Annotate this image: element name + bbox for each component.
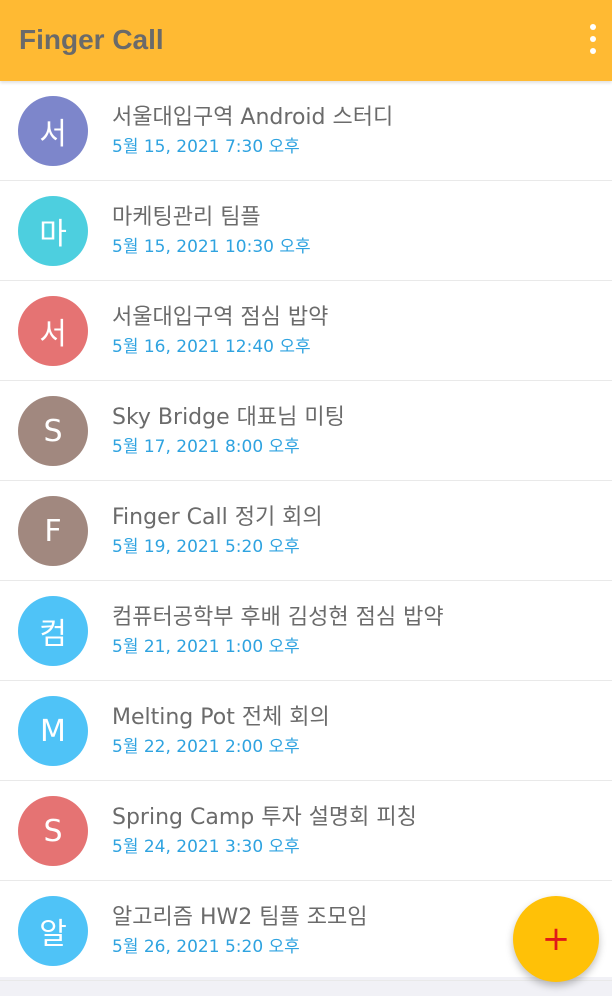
meeting-avatar: F [18, 496, 88, 566]
meeting-title: Melting Pot 전체 회의 [112, 705, 330, 730]
meeting-datetime: 5월 15, 2021 7:30 오후 [112, 137, 300, 157]
more-vert-icon[interactable] [586, 24, 600, 54]
meeting-list-item[interactable]: M Melting Pot 전체 회의 5월 22, 2021 2:00 오후 [0, 681, 612, 781]
add-meeting-button[interactable]: + [513, 896, 599, 982]
meeting-title: Spring Camp 투자 설명회 피칭 [112, 805, 417, 830]
app-bar: Finger Call [0, 0, 612, 81]
meeting-datetime: 5월 15, 2021 10:30 오후 [112, 237, 311, 257]
meeting-title: 컴퓨터공학부 후배 김성현 점심 밥약 [112, 605, 444, 630]
meeting-avatar: 마 [18, 196, 88, 266]
meeting-list-item[interactable]: F Finger Call 정기 회의 5월 19, 2021 5:20 오후 [0, 481, 612, 581]
meeting-list-item[interactable]: 서 서울대입구역 Android 스터디 5월 15, 2021 7:30 오후 [0, 81, 612, 181]
meeting-title: 알고리즘 HW2 팀플 조모임 [112, 905, 368, 930]
meeting-list-item[interactable]: 마 마케팅관리 팀플 5월 15, 2021 10:30 오후 [0, 181, 612, 281]
meeting-datetime: 5월 24, 2021 3:30 오후 [112, 837, 300, 857]
meeting-title: Sky Bridge 대표님 미팅 [112, 405, 345, 430]
meeting-datetime: 5월 17, 2021 8:00 오후 [112, 437, 300, 457]
meeting-list: 서 서울대입구역 Android 스터디 5월 15, 2021 7:30 오후마 마… [0, 81, 612, 981]
meeting-datetime: 5월 19, 2021 5:20 오후 [112, 537, 300, 557]
meeting-title: 마케팅관리 팀플 [112, 205, 261, 230]
meeting-datetime: 5월 21, 2021 1:00 오후 [112, 637, 300, 657]
meeting-avatar: 서 [18, 96, 88, 166]
meeting-avatar: S [18, 796, 88, 866]
meeting-list-item[interactable]: S Sky Bridge 대표님 미팅 5월 17, 2021 8:00 오후 [0, 381, 612, 481]
app-screen: Finger Call 서 서울대입구역 Android 스터디 5월 15, 20… [0, 0, 612, 996]
plus-icon: + [541, 919, 571, 959]
meeting-avatar: S [18, 396, 88, 466]
app-title: Finger Call [19, 24, 164, 55]
meeting-datetime: 5월 22, 2021 2:00 오후 [112, 737, 300, 757]
meeting-list-item[interactable]: 서 서울대입구역 점심 밥약 5월 16, 2021 12:40 오후 [0, 281, 612, 381]
meeting-datetime: 5월 16, 2021 12:40 오후 [112, 337, 311, 357]
meeting-avatar: M [18, 696, 88, 766]
menu-dot [590, 48, 596, 54]
meeting-list-item[interactable]: S Spring Camp 투자 설명회 피칭 5월 24, 2021 3:30 오… [0, 781, 612, 881]
meeting-list-item[interactable]: 컴 컴퓨터공학부 후배 김성현 점심 밥약 5월 21, 2021 1:00 오후 [0, 581, 612, 681]
menu-dot [590, 36, 596, 42]
meeting-title: 서울대입구역 점심 밥약 [112, 305, 329, 330]
meeting-avatar: 컴 [18, 596, 88, 666]
menu-dot [590, 24, 596, 30]
meeting-datetime: 5월 26, 2021 5:20 오후 [112, 937, 300, 957]
meeting-title: Finger Call 정기 회의 [112, 505, 323, 530]
meeting-title: 서울대입구역 Android 스터디 [112, 105, 394, 130]
meeting-avatar: 서 [18, 296, 88, 366]
meeting-avatar: 알 [18, 896, 88, 966]
